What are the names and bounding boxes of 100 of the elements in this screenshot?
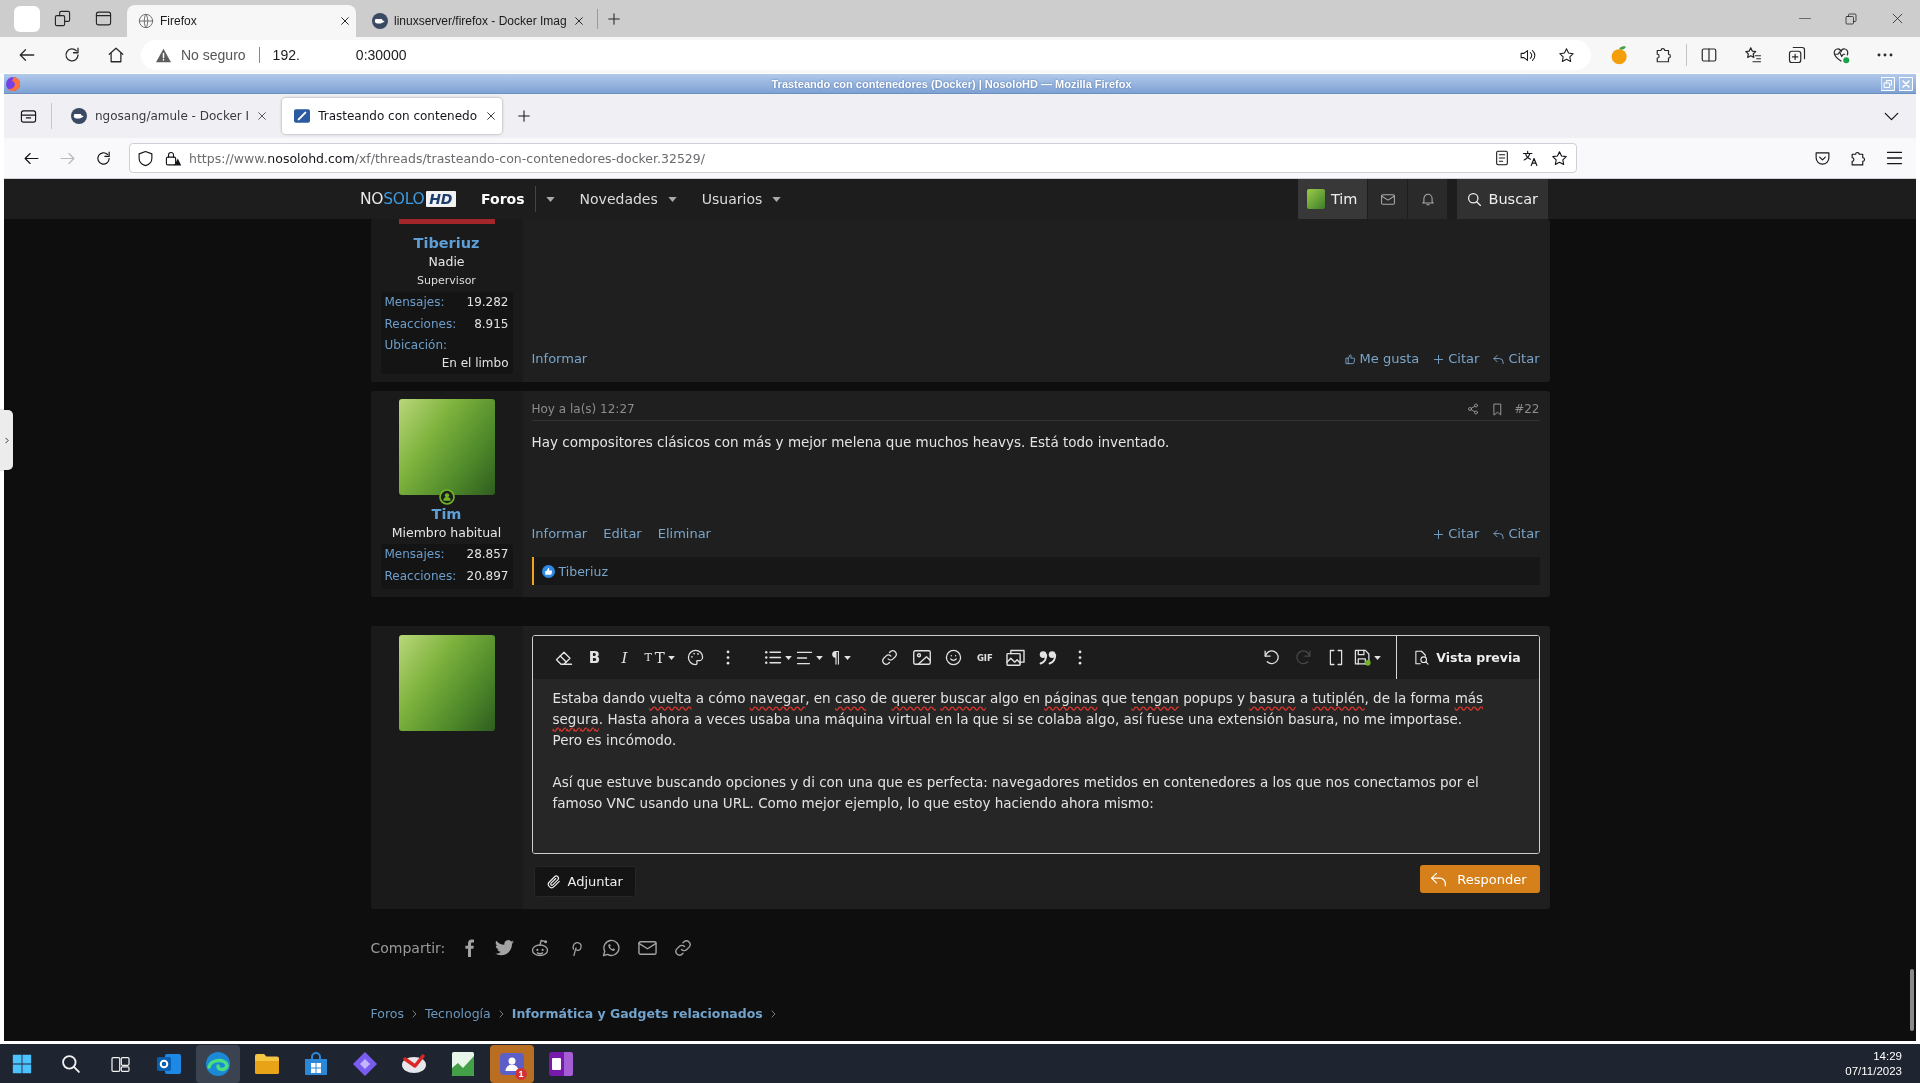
tab-actions-icon[interactable]: [94, 10, 112, 27]
caret-icon[interactable]: [784, 655, 792, 660]
chart-app-icon[interactable]: [452, 1052, 474, 1076]
avatar-photo[interactable]: [398, 399, 495, 495]
email-icon[interactable]: [637, 941, 657, 955]
close-icon[interactable]: [1890, 12, 1904, 25]
inbox-button[interactable]: [1367, 179, 1408, 219]
browser-tab[interactable]: linuxserver/firefox - Docker Imag: [361, 5, 590, 37]
shield-icon[interactable]: [137, 149, 154, 167]
gif-button[interactable]: GIF: [969, 642, 1000, 673]
quote-link[interactable]: Citar: [1493, 348, 1540, 370]
favorite-star-icon[interactable]: [1558, 46, 1575, 64]
breadcrumb-link[interactable]: Foros: [370, 1004, 404, 1024]
post-number-link[interactable]: #22: [1514, 400, 1540, 418]
address-bar[interactable]: No seguro 192. 0:30000: [141, 40, 1591, 70]
browser-app-icon[interactable]: [206, 1052, 230, 1076]
italic-button[interactable]: I: [609, 642, 640, 673]
text-size-button[interactable]: TT: [639, 642, 680, 673]
close-icon[interactable]: [574, 16, 584, 26]
task-view-icon[interactable]: [110, 1055, 130, 1073]
align-icon[interactable]: [796, 650, 814, 665]
more-options-icon[interactable]: [1877, 53, 1893, 57]
browser-tab[interactable]: ngosang/amule - Docker I: [59, 98, 274, 134]
link-icon[interactable]: [881, 649, 899, 666]
restore-icon[interactable]: [1845, 12, 1857, 25]
search-icon[interactable]: [61, 1054, 81, 1074]
preview-button[interactable]: Vista previa: [1395, 636, 1539, 679]
action-link[interactable]: Informar: [531, 523, 588, 545]
like-link[interactable]: Me gusta: [1344, 348, 1420, 370]
alerts-button[interactable]: [1407, 179, 1448, 219]
reload-icon[interactable]: [94, 149, 112, 167]
bookmark-star-icon[interactable]: [1551, 149, 1568, 167]
mail-app-icon[interactable]: [157, 1052, 181, 1076]
account-button[interactable]: Tim: [1297, 179, 1368, 219]
breadcrumb-link[interactable]: Informática y Gadgets relacionados: [511, 1004, 763, 1024]
multiquote-link[interactable]: Citar: [1433, 523, 1480, 545]
reddit-icon[interactable]: [531, 939, 550, 957]
quote-link[interactable]: Citar: [1493, 523, 1540, 545]
close-icon[interactable]: [486, 111, 497, 121]
caret-icon[interactable]: [667, 655, 675, 660]
caret-icon[interactable]: [545, 196, 555, 202]
tick-app-icon[interactable]: [402, 1054, 426, 1074]
translate-icon[interactable]: [1522, 149, 1539, 167]
refresh-icon[interactable]: [63, 46, 81, 64]
person-app-icon[interactable]: [500, 1052, 524, 1076]
browser-tab[interactable]: Firefox: [127, 5, 356, 37]
undo-icon[interactable]: [1263, 649, 1280, 666]
message-field[interactable]: [532, 679, 1539, 853]
caret-icon[interactable]: [816, 655, 824, 660]
list-icon[interactable]: [763, 650, 782, 665]
menu-icon[interactable]: [1885, 151, 1903, 165]
heart-pulse-icon[interactable]: [1832, 46, 1850, 64]
collections-icon[interactable]: [1788, 46, 1806, 64]
url-field[interactable]: https://www.nosolohd.com/xf/threads/trasteando-con-contenedores-docker.32529/: [129, 143, 1577, 173]
nav-tab[interactable]: Novedades: [579, 191, 658, 207]
caret-icon[interactable]: [667, 196, 677, 202]
smiley-icon[interactable]: [945, 649, 963, 666]
side-panel-handle[interactable]: [0, 410, 13, 470]
new-tab-icon[interactable]: [517, 109, 532, 123]
tab-overview-icon[interactable]: [19, 107, 37, 125]
reader-view-icon[interactable]: [1494, 150, 1510, 166]
workspaces-icon[interactable]: [53, 10, 71, 27]
close-icon[interactable]: [340, 16, 350, 26]
action-link[interactable]: Eliminar: [657, 523, 711, 545]
close-icon[interactable]: [257, 111, 268, 121]
bookmark-icon[interactable]: [1493, 402, 1503, 416]
nav-tab[interactable]: Foros: [481, 191, 525, 207]
bold-button[interactable]: B: [579, 642, 610, 673]
scrollbar-thumb[interactable]: [1910, 969, 1914, 1031]
folder-icon[interactable]: [255, 1053, 279, 1075]
extensions-icon[interactable]: [1849, 149, 1867, 167]
more-options-icon[interactable]: [1077, 650, 1082, 665]
extensions-icon[interactable]: [1655, 46, 1673, 64]
eraser-icon[interactable]: [554, 649, 573, 666]
nav-tab[interactable]: Usuarios: [701, 191, 763, 207]
lock-warning-icon[interactable]: [165, 149, 182, 167]
new-tab-icon[interactable]: [607, 11, 621, 26]
pocket-icon[interactable]: [1813, 149, 1831, 167]
post-date[interactable]: Hoy a la(s) 12:27: [531, 400, 635, 418]
start-icon[interactable]: [12, 1054, 32, 1074]
home-icon[interactable]: [107, 46, 125, 64]
whatsapp-icon[interactable]: [602, 939, 621, 957]
brackets-icon[interactable]: [1328, 649, 1343, 666]
paragraph-button[interactable]: ¶: [825, 642, 856, 673]
more-options-icon[interactable]: [725, 650, 730, 665]
username-link[interactable]: Tiberiuz: [413, 233, 480, 253]
palette-icon[interactable]: [687, 649, 705, 666]
store-bag-icon[interactable]: [304, 1052, 328, 1076]
back-icon[interactable]: [18, 46, 36, 64]
save-icon[interactable]: [1354, 649, 1371, 666]
link-icon[interactable]: [673, 939, 692, 957]
caret-icon[interactable]: [772, 196, 782, 202]
site-logo[interactable]: NOSOLO HD: [360, 190, 457, 208]
gallery-icon[interactable]: [1006, 649, 1026, 666]
split-screen-icon[interactable]: [1700, 46, 1718, 64]
multiquote-link[interactable]: Citar: [1433, 348, 1480, 370]
quote-icon[interactable]: [1038, 650, 1057, 665]
image-icon[interactable]: [912, 650, 931, 665]
action-link[interactable]: Informar: [531, 348, 588, 370]
facebook-icon[interactable]: [464, 939, 474, 957]
